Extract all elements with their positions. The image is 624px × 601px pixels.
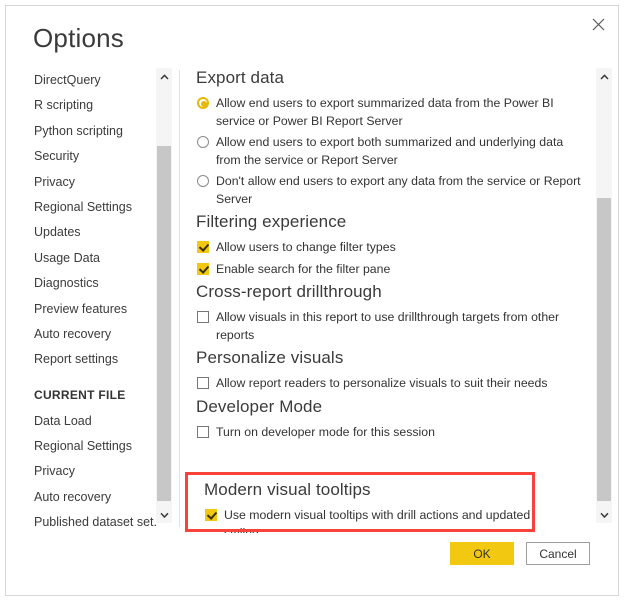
settings-sections: Export data Allow end users to export sum…: [196, 68, 590, 441]
close-icon[interactable]: [583, 10, 613, 38]
section-title: Filtering experience: [196, 212, 347, 231]
checkbox-option-row[interactable]: Turn on developer mode for this session: [196, 424, 590, 442]
sidebar-item-updates[interactable]: Updates: [6, 220, 156, 245]
settings-content: Export data Allow end users to export sum…: [196, 68, 590, 533]
ok-button[interactable]: OK: [450, 542, 514, 565]
section-personalize-visuals: Personalize visuals Allow report readers …: [196, 348, 590, 393]
section-developer-mode: Developer Mode Turn on developer mode for…: [196, 397, 590, 442]
chevron-up-icon[interactable]: [156, 68, 172, 85]
content-scrollbar[interactable]: [596, 68, 612, 523]
option-label: Enable search for the filter pane: [216, 261, 391, 276]
dialog-header: Options: [6, 6, 618, 68]
radio-option-row[interactable]: Don't allow end users to export any data…: [196, 173, 590, 208]
sidebar-item-directquery[interactable]: DirectQuery: [6, 68, 156, 93]
sidebar-item-python-scripting[interactable]: Python scripting: [6, 119, 156, 144]
checkbox-option-row[interactable]: Allow report readers to personalize visu…: [196, 375, 590, 393]
checkbox-checked-icon[interactable]: [197, 241, 209, 253]
page-title: Options: [33, 23, 125, 53]
sidebar-item-security[interactable]: Security: [6, 144, 156, 169]
option-label: Allow end users to export summarized dat…: [216, 96, 554, 128]
options-dialog: Options DirectQuery R scripting Python scr…: [5, 5, 619, 596]
chevron-up-icon[interactable]: [596, 68, 612, 85]
pane-divider: [179, 70, 180, 527]
radio-option-row[interactable]: Allow end users to export both summarize…: [196, 134, 590, 169]
sidebar-item-data-load[interactable]: Data Load: [6, 409, 156, 434]
sidebar-group-title-current-file: CURRENT FILE: [34, 387, 126, 402]
radio-unchecked-icon[interactable]: [197, 136, 209, 148]
cancel-button[interactable]: Cancel: [526, 542, 590, 565]
section-cross-report-drillthrough: Cross-report drillthrough Allow visuals i…: [196, 282, 590, 344]
chevron-down-icon[interactable]: [596, 506, 612, 523]
sidebar-item-regional-settings[interactable]: Regional Settings: [6, 195, 156, 220]
section-title: Modern visual tooltips: [204, 480, 371, 499]
sidebar-item-usage-data[interactable]: Usage Data: [6, 246, 156, 271]
content-scrollbar-thumb[interactable]: [597, 198, 611, 501]
option-label: Use modern visual tooltips with drill ac…: [224, 508, 531, 533]
section-title: Developer Mode: [196, 396, 323, 416]
sidebar-nav-list: DirectQuery R scripting Python scripting Se…: [6, 68, 156, 533]
modern-visual-tooltips-section: Modern visual tooltips Use modern visual …: [204, 480, 544, 533]
chevron-down-icon[interactable]: [156, 506, 172, 523]
sidebar-item-published-dataset-set[interactable]: Published dataset set...: [6, 510, 156, 533]
checkbox-option-row[interactable]: Use modern visual tooltips with drill ac…: [204, 507, 544, 533]
sidebar-scrollbar-thumb[interactable]: [157, 146, 171, 501]
sidebar: DirectQuery R scripting Python scripting Se…: [6, 68, 156, 533]
checkbox-unchecked-icon[interactable]: [197, 377, 209, 389]
option-label: Allow visuals in this report to use dril…: [216, 310, 560, 342]
sidebar-item-regional-settings[interactable]: Regional Settings: [6, 434, 156, 459]
checkbox-option-row[interactable]: Allow users to change filter types: [196, 239, 590, 257]
checkbox-option-row[interactable]: Allow visuals in this report to use dril…: [196, 309, 590, 344]
sidebar-item-auto-recovery[interactable]: Auto recovery: [6, 485, 156, 510]
dialog-footer: OK Cancel: [6, 533, 618, 595]
checkbox-checked-icon[interactable]: [205, 509, 217, 521]
checkbox-unchecked-icon[interactable]: [197, 311, 209, 323]
sidebar-item-preview-features[interactable]: Preview features: [6, 297, 156, 322]
sidebar-item-auto-recovery[interactable]: Auto recovery: [6, 322, 156, 347]
option-label: Turn on developer mode for this session: [216, 424, 435, 439]
section-export-data: Export data Allow end users to export sum…: [196, 68, 590, 208]
section-title: Personalize visuals: [196, 348, 344, 367]
section-modern-visual-tooltips: Modern visual tooltips Use modern visual …: [204, 480, 544, 533]
sidebar-scrollbar[interactable]: [156, 68, 172, 523]
checkbox-option-row[interactable]: Enable search for the filter pane: [196, 261, 590, 279]
sidebar-item-diagnostics[interactable]: Diagnostics: [6, 271, 156, 296]
sidebar-item-r-scripting[interactable]: R scripting: [6, 93, 156, 118]
section-title: Export data: [196, 68, 285, 87]
option-label: Don't allow end users to export any data…: [216, 174, 581, 206]
radio-option-row[interactable]: Allow end users to export summarized dat…: [196, 95, 590, 130]
radio-unchecked-icon[interactable]: [197, 175, 209, 187]
sidebar-item-report-settings[interactable]: Report settings: [6, 347, 156, 372]
sidebar-item-privacy[interactable]: Privacy: [6, 459, 156, 484]
section-title: Cross-report drillthrough: [196, 282, 382, 301]
sidebar-item-privacy[interactable]: Privacy: [6, 170, 156, 195]
option-label: Allow end users to export both summarize…: [216, 135, 564, 167]
option-label: Allow report readers to personalize visu…: [216, 376, 548, 390]
section-filtering-experience: Filtering experience Allow users to chang…: [196, 212, 590, 278]
option-label: Allow users to change filter types: [216, 240, 396, 254]
checkbox-checked-icon[interactable]: [197, 262, 209, 275]
checkbox-unchecked-icon[interactable]: [197, 425, 209, 438]
dialog-body: DirectQuery R scripting Python scripting Se…: [6, 68, 618, 533]
radio-checked-icon[interactable]: [197, 97, 209, 109]
